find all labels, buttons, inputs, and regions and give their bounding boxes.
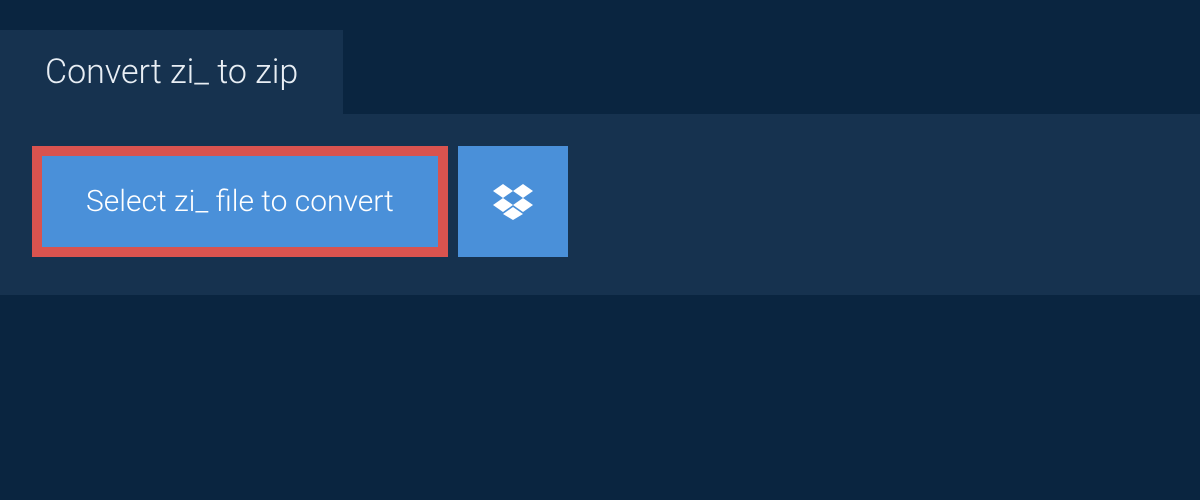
dropbox-button[interactable] <box>458 146 568 257</box>
select-file-label: Select zi_ file to convert <box>86 184 394 219</box>
dropbox-icon <box>493 184 533 220</box>
converter-widget: Convert zi_ to zip Select zi_ file to co… <box>0 0 1200 500</box>
action-panel: Select zi_ file to convert <box>0 114 1200 295</box>
tab-header: Convert zi_ to zip <box>0 30 343 114</box>
tab-title: Convert zi_ to zip <box>45 52 298 92</box>
select-file-button[interactable]: Select zi_ file to convert <box>32 146 448 257</box>
